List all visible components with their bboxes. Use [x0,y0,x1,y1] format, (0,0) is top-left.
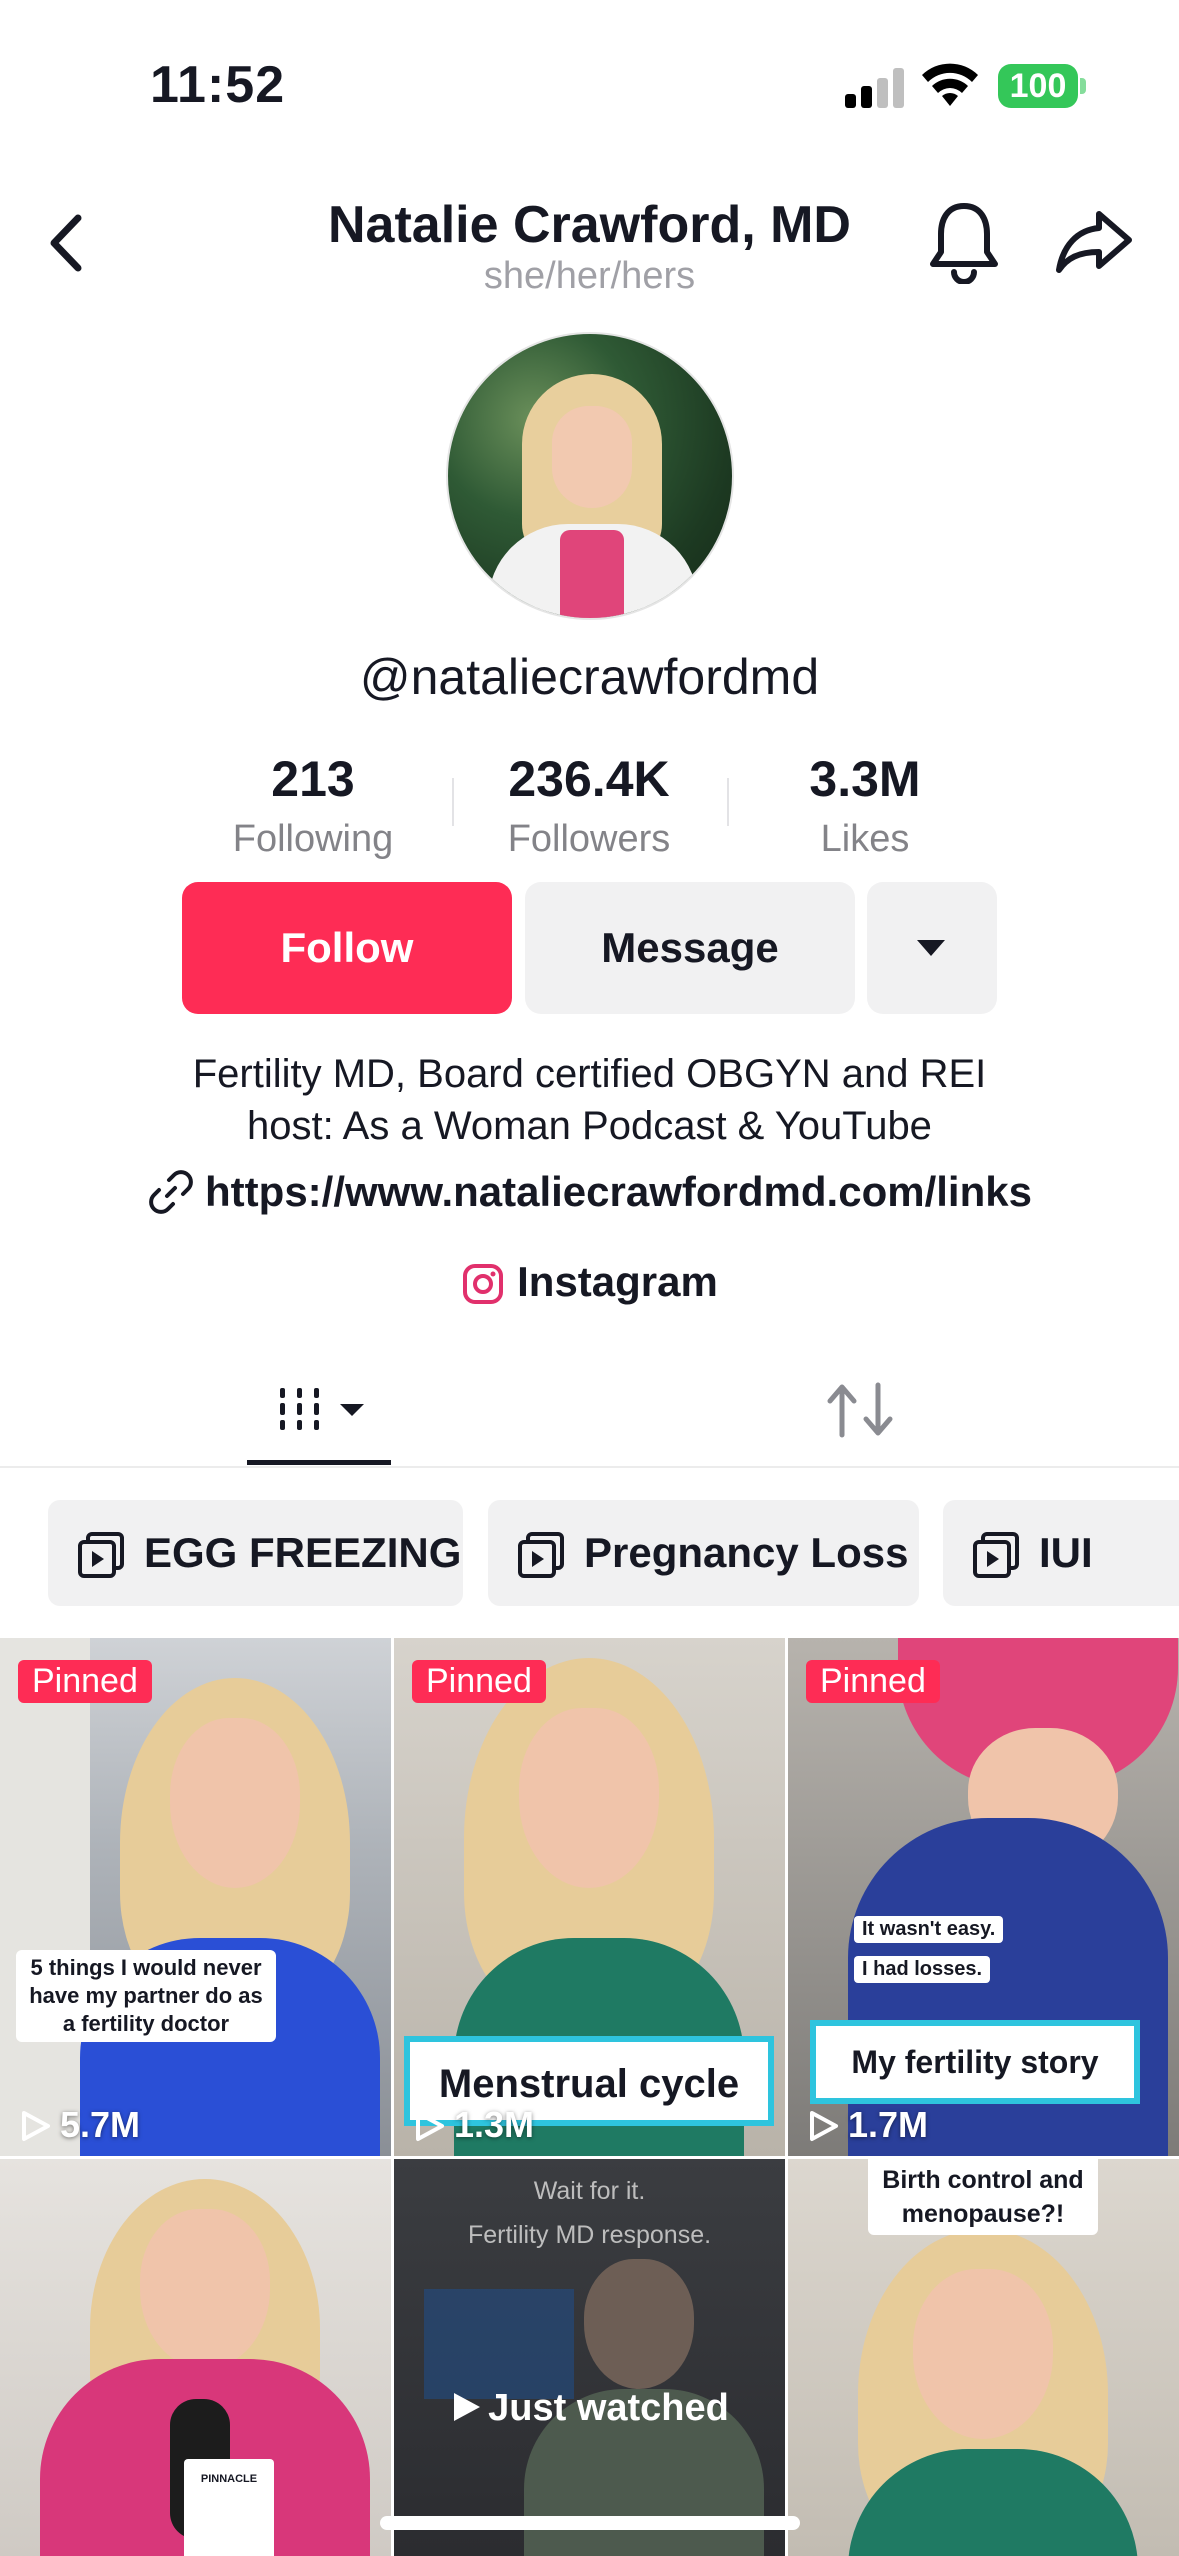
pinned-badge: Pinned [806,1660,940,1703]
playlist-icon [78,1532,124,1578]
bio: Fertility MD, Board certified OBGYN and … [0,1048,1179,1152]
bio-link[interactable]: https://www.nataliecrawfordmd.com/links [0,1168,1179,1216]
instagram-icon [463,1264,504,1304]
avatar[interactable] [446,332,734,620]
share-icon[interactable] [1055,208,1135,274]
video-tile[interactable]: Pinned Menstrual cycle 1.3M [394,1638,785,2156]
playlist-chip[interactable]: IUI [943,1500,1179,1606]
playlist-label: Pregnancy Loss [584,1529,909,1576]
view-count-value: 1.7M [848,2104,929,2145]
video-caption: Birth control and menopause?! [868,2159,1098,2235]
stat-following[interactable]: 213 Following [203,750,423,861]
stat-value: 3.3M [809,751,921,807]
playlist-chip[interactable]: Pregnancy Loss [488,1500,919,1606]
caption-line: Fertility MD response. [467,2221,712,2249]
view-count: 5.7M [18,2104,140,2146]
video-caption-top: Wait for it. Fertility MD response. [394,2169,785,2257]
username: @nataliecrawfordmd [359,649,820,705]
stat-label: Followers [507,818,671,860]
playlist-label: IUI [1039,1529,1093,1576]
follow-button[interactable]: Follow [182,882,512,1014]
link-icon [149,1170,193,1214]
video-tile[interactable]: Pinned It wasn't easy. I had losses. My … [788,1638,1179,2156]
suggested-accounts-button[interactable] [867,882,997,1014]
video-tile[interactable]: PINNACLE [0,2159,391,2556]
stat-likes[interactable]: 3.3M Likes [755,750,975,861]
play-icon [416,2111,444,2141]
link-text: https://www.nataliecrawfordmd.com/links [205,1168,1032,1215]
video-caption: My fertility story [810,2020,1140,2104]
playlist-icon [518,1532,564,1578]
view-count-value: 5.7M [60,2104,141,2145]
status-time: 11:52 [150,56,286,114]
tabs-divider [0,1466,1179,1468]
video-caption-top: I had losses. [854,1956,991,1983]
tab-videos[interactable] [247,1370,391,1466]
instagram-link[interactable]: Instagram [0,1258,1179,1306]
view-count-value: 1.3M [454,2104,535,2145]
caption-line: Wait for it. [533,2177,646,2205]
battery-tip [1080,78,1086,94]
bio-line: Fertility MD, Board certified OBGYN and … [192,1052,987,1096]
message-button[interactable]: Message [525,882,855,1014]
stat-value: 236.4K [508,751,670,807]
pinned-badge: Pinned [412,1660,546,1703]
playlist-label: EGG FREEZING [144,1529,462,1576]
mic-logo: PINNACLE [184,2459,274,2556]
wifi-icon [922,63,978,106]
repost-icon[interactable] [820,1375,900,1445]
cellular-signal-icon [845,68,905,108]
video-tile[interactable]: Pinned 5 things I would never have my pa… [0,1638,391,2156]
stat-divider [452,778,454,826]
video-caption-top: It wasn't easy. [854,1916,1004,1943]
playlist-chip[interactable]: EGG FREEZING [48,1500,463,1606]
home-indicator [380,2516,800,2530]
view-count: 1.3M [412,2104,534,2146]
view-count: 1.7M [806,2104,928,2146]
tab-active-indicator [247,1460,391,1465]
play-icon [810,2111,838,2141]
playlist-icon [973,1532,1019,1578]
video-tile[interactable]: Birth control and menopause?! [788,2159,1179,2556]
battery-icon: 100 [998,64,1078,108]
stat-label: Following [232,818,394,860]
bio-line: host: As a Woman Podcast & YouTube [247,1104,932,1148]
status-bar: 11:52 100 [0,0,1179,170]
video-tile[interactable]: Wait for it. Fertility MD response. Just… [394,2159,785,2556]
stat-label: Likes [820,818,910,860]
instagram-label: Instagram [517,1258,718,1305]
stat-value: 213 [271,751,355,807]
stat-followers[interactable]: 236.4K Followers [479,750,699,861]
play-icon [454,2393,481,2421]
play-icon [22,2111,50,2141]
bell-icon[interactable] [925,200,1003,284]
just-watched-label: Just watched [394,2387,785,2430]
video-caption: 5 things I would never have my partner d… [16,1950,276,2042]
chevron-down-icon [917,940,945,956]
stat-divider [727,778,729,826]
pinned-badge: Pinned [18,1660,152,1703]
just-watched-text: Just watched [488,2387,729,2429]
